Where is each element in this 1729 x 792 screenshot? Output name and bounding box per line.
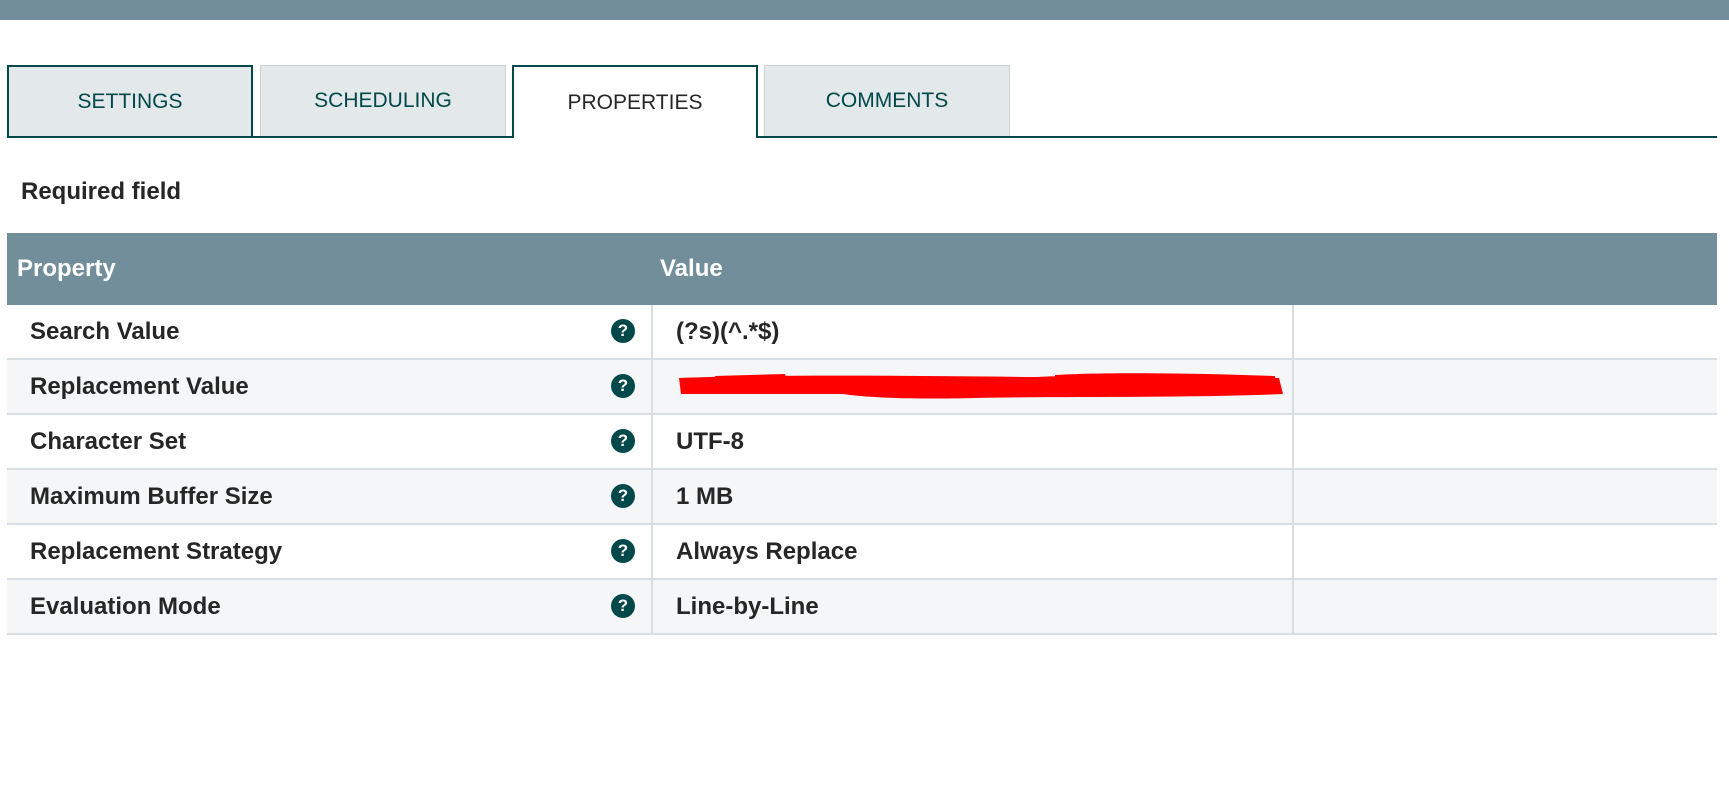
property-name: Search Value [30,318,180,345]
property-name: Maximum Buffer Size [30,483,273,510]
property-value[interactable]: Line-by-Line [676,593,819,621]
property-value[interactable]: UTF-8 [676,428,744,456]
tab-comments[interactable]: COMMENTS [764,65,1010,136]
tab-settings[interactable]: SETTINGS [7,65,253,136]
tab-scheduling[interactable]: SCHEDULING [260,65,506,136]
tab-scheduling-label: SCHEDULING [314,89,452,112]
column-divider [1292,360,1294,413]
property-name: Replacement Strategy [30,538,283,565]
property-name: Evaluation Mode [30,593,221,620]
question-circle-icon[interactable]: ? [611,429,635,453]
tab-underline [7,136,1717,138]
question-circle-icon[interactable]: ? [611,374,635,398]
question-circle-icon[interactable]: ? [611,594,635,618]
redaction-mark [679,373,1283,399]
table-row[interactable]: Search Value ? (?s)(^.*$) [7,305,1717,360]
table-row[interactable]: Maximum Buffer Size ? 1 MB [7,470,1717,525]
column-divider [1292,580,1294,633]
column-header-value[interactable]: Value [660,255,723,283]
tab-settings-label: SETTINGS [77,89,183,113]
table-row[interactable]: Replacement Strategy ? Always Replace [7,525,1717,580]
tab-comments-label: COMMENTS [825,89,949,112]
table-row[interactable]: Replacement Value ? [7,360,1717,415]
column-divider [651,580,653,633]
tab-bar: SETTINGS SCHEDULING PROPERTIES COMMENTS [7,65,1717,138]
column-divider [1292,305,1294,358]
column-divider [651,415,653,468]
tab-properties-label: PROPERTIES [567,90,703,114]
table-row[interactable]: Evaluation Mode ? Line-by-Line [7,580,1717,635]
column-divider [651,525,653,578]
property-value[interactable]: (?s)(^.*$) [676,318,779,346]
column-divider [1292,525,1294,578]
properties-table: Property Value Search Value ? (?s)(^.*$)… [7,233,1717,635]
property-value[interactable]: Always Replace [676,538,857,566]
top-bar [0,0,1729,20]
table-row[interactable]: Character Set ? UTF-8 [7,415,1717,470]
column-divider [1292,415,1294,468]
property-name: Character Set [30,428,187,455]
column-divider [1292,470,1294,523]
property-value[interactable]: 1 MB [676,483,733,511]
tab-properties[interactable]: PROPERTIES [512,65,758,138]
column-divider [651,470,653,523]
column-divider [651,360,653,413]
property-name: Replacement Value [30,373,249,400]
question-circle-icon[interactable]: ? [611,319,635,343]
question-circle-icon[interactable]: ? [611,539,635,563]
table-header: Property Value [7,233,1717,305]
question-circle-icon[interactable]: ? [611,484,635,508]
required-field-label: Required field [21,178,182,205]
column-header-property[interactable]: Property [17,255,116,283]
column-divider [651,305,653,358]
